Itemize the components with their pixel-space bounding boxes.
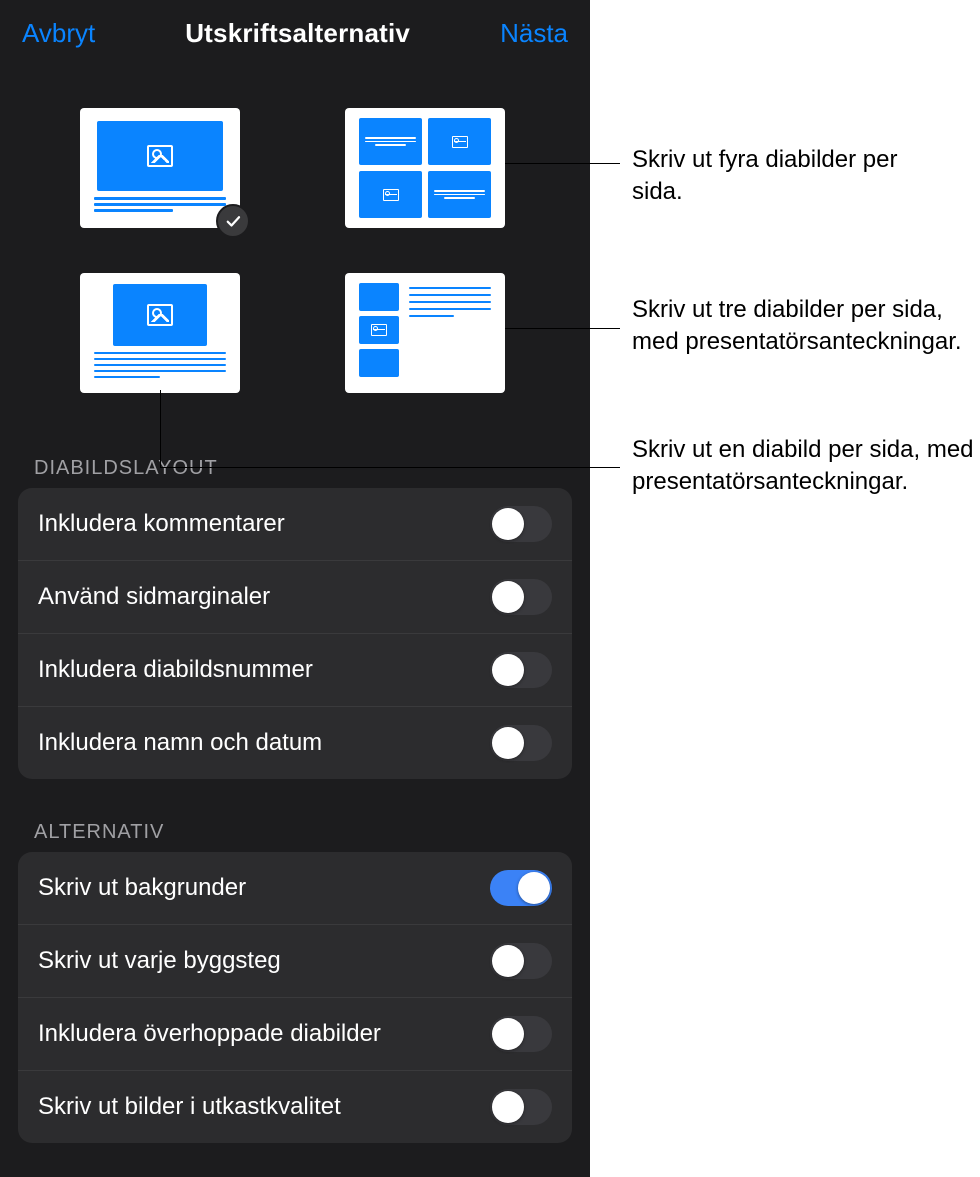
- image-icon: [452, 136, 468, 148]
- toggle-include-comments[interactable]: [490, 506, 552, 542]
- layout-settings-group: Inkludera kommentarer Använd sidmarginal…: [18, 488, 572, 779]
- row-print-each-build: Skriv ut varje byggsteg: [18, 925, 572, 998]
- image-icon: [383, 189, 399, 201]
- callouts-layer: Skriv ut fyra diabilder per sida. Skriv …: [590, 0, 980, 1177]
- image-icon: [147, 304, 173, 326]
- section-title-options: ALTERNATIV: [0, 797, 590, 852]
- toggle-print-backgrounds[interactable]: [490, 870, 552, 906]
- print-options-panel: Avbryt Utskriftsalternativ Nästa: [0, 0, 590, 1177]
- toggle-print-draft-quality[interactable]: [490, 1089, 552, 1125]
- toggle-include-skipped[interactable]: [490, 1016, 552, 1052]
- row-print-draft-quality: Skriv ut bilder i utkastkvalitet: [18, 1071, 572, 1143]
- label-include-slide-numbers: Inkludera diabildsnummer: [38, 656, 313, 684]
- layout-thumb-three-with-notes[interactable]: [345, 273, 505, 393]
- label-include-skipped: Inkludera överhoppade diabilder: [38, 1020, 381, 1048]
- row-use-margins: Använd sidmarginaler: [18, 561, 572, 634]
- selected-check-icon: [216, 204, 250, 238]
- page-title: Utskriftsalternativ: [185, 18, 410, 49]
- row-include-name-date: Inkludera namn och datum: [18, 707, 572, 779]
- toggle-include-slide-numbers[interactable]: [490, 652, 552, 688]
- layout-thumb-one-with-notes[interactable]: [80, 273, 240, 393]
- image-icon: [147, 145, 173, 167]
- section-title-layout: DIABILDSLAYOUT: [0, 433, 590, 488]
- options-settings-group: Skriv ut bakgrunder Skriv ut varje byggs…: [18, 852, 572, 1143]
- callout-three-slides-notes: Skriv ut tre diabilder per sida, med pre…: [632, 294, 980, 359]
- toggle-include-name-date[interactable]: [490, 725, 552, 761]
- label-use-margins: Använd sidmarginaler: [38, 583, 270, 611]
- row-include-slide-numbers: Inkludera diabildsnummer: [18, 634, 572, 707]
- label-include-name-date: Inkludera namn och datum: [38, 729, 322, 757]
- header-bar: Avbryt Utskriftsalternativ Nästa: [0, 0, 590, 63]
- label-include-comments: Inkludera kommentarer: [38, 510, 285, 538]
- layout-thumb-four-slides[interactable]: [345, 108, 505, 228]
- layout-thumbnails: [0, 63, 590, 433]
- row-include-comments: Inkludera kommentarer: [18, 488, 572, 561]
- label-print-each-build: Skriv ut varje byggsteg: [38, 947, 281, 975]
- callout-four-slides: Skriv ut fyra diabilder per sida.: [632, 144, 952, 209]
- toggle-use-margins[interactable]: [490, 579, 552, 615]
- layout-thumb-single-slide[interactable]: [80, 108, 240, 228]
- label-print-backgrounds: Skriv ut bakgrunder: [38, 874, 246, 902]
- next-button[interactable]: Nästa: [500, 18, 568, 49]
- image-icon: [371, 324, 387, 336]
- toggle-print-each-build[interactable]: [490, 943, 552, 979]
- cancel-button[interactable]: Avbryt: [22, 18, 95, 49]
- callout-one-slide-notes: Skriv ut en diabild per sida, med presen…: [632, 434, 980, 499]
- row-print-backgrounds: Skriv ut bakgrunder: [18, 852, 572, 925]
- row-include-skipped: Inkludera överhoppade diabilder: [18, 998, 572, 1071]
- caption-lines: [94, 197, 226, 215]
- label-print-draft-quality: Skriv ut bilder i utkastkvalitet: [38, 1093, 341, 1121]
